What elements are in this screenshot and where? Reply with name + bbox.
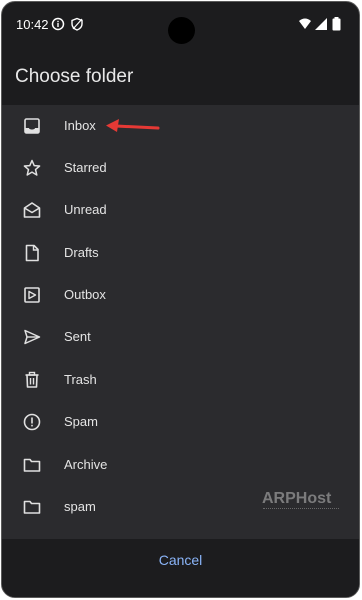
folder-item-outbox[interactable]: Outbox xyxy=(2,274,359,316)
folder-label: Archive xyxy=(64,457,108,472)
dialog-header: Choose folder xyxy=(2,46,359,105)
status-time: 10:42 xyxy=(16,17,49,32)
folder-label: Sent xyxy=(64,329,91,344)
folder-label: Drafts xyxy=(64,245,99,260)
watermark-text: ARPHost xyxy=(262,490,332,507)
folder-label: Outbox xyxy=(64,287,106,302)
folder-label: Unread xyxy=(64,202,107,217)
signal-icon xyxy=(314,17,328,31)
battery-icon xyxy=(332,17,341,31)
folder-icon xyxy=(22,497,42,517)
folder-list: Inbox Starred Unread Drafts Outbox Sent … xyxy=(2,105,359,539)
folder-item-drafts[interactable]: Drafts xyxy=(2,232,359,274)
shield-icon xyxy=(70,17,84,31)
folder-item-starred[interactable]: Starred xyxy=(2,147,359,189)
unread-mail-icon xyxy=(22,200,42,220)
folder-icon xyxy=(22,455,42,475)
folder-item-trash[interactable]: Trash xyxy=(2,359,359,401)
annotation-arrow-icon xyxy=(106,119,160,132)
folder-item-spam[interactable]: Spam xyxy=(2,401,359,443)
inbox-icon xyxy=(22,116,42,136)
folder-item-sent[interactable]: Sent xyxy=(2,316,359,358)
watermark-logo: ARPHost xyxy=(262,490,340,514)
phone-screen: 10:42 Choose folder Inbox Starred Unread… xyxy=(1,1,360,598)
wifi-icon xyxy=(298,17,312,31)
trash-icon xyxy=(22,370,42,390)
folder-label: Inbox xyxy=(64,118,96,133)
watermark-tagline-decoration xyxy=(263,508,339,512)
draft-icon xyxy=(22,243,42,263)
folder-label: Trash xyxy=(64,372,97,387)
star-icon xyxy=(22,158,42,178)
cancel-button[interactable]: Cancel xyxy=(2,552,359,568)
folder-item-unread[interactable]: Unread xyxy=(2,189,359,231)
spam-icon xyxy=(22,412,42,432)
folder-label: Spam xyxy=(64,414,98,429)
outbox-icon xyxy=(22,285,42,305)
status-bar: 10:42 xyxy=(2,2,359,46)
folder-item-inbox[interactable]: Inbox xyxy=(2,105,359,147)
dialog-title: Choose folder xyxy=(15,66,134,87)
folder-label: spam xyxy=(64,499,96,514)
dialog-footer: Cancel xyxy=(2,539,359,597)
folder-item-archive[interactable]: Archive xyxy=(2,444,359,486)
folder-label: Starred xyxy=(64,160,107,175)
send-icon xyxy=(22,327,42,347)
front-camera xyxy=(168,17,195,44)
info-icon xyxy=(51,17,65,31)
